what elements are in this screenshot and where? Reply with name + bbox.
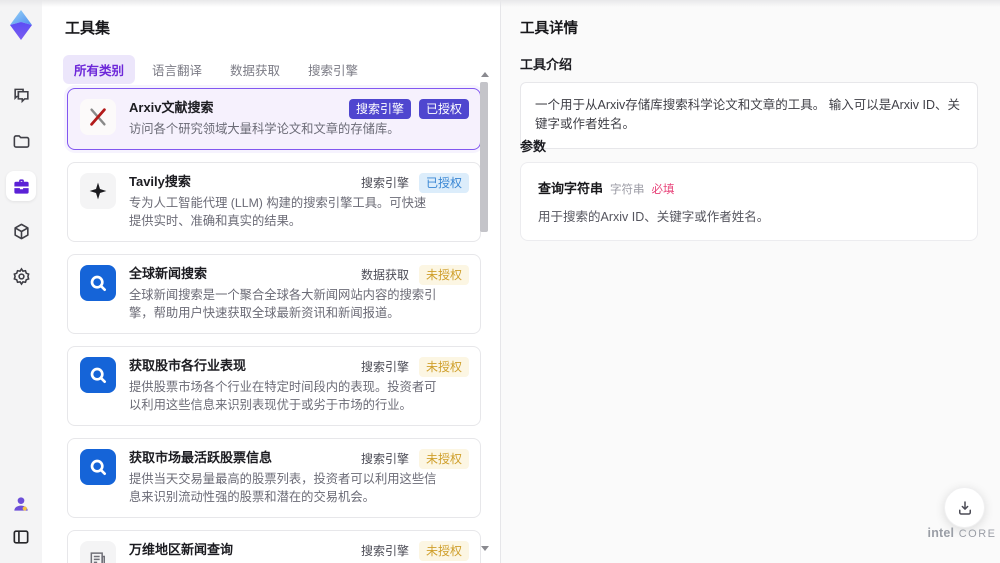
category-tab-1[interactable]: 语言翻译 <box>141 55 213 84</box>
app-logo-icon[interactable] <box>7 9 35 41</box>
scroll-up-arrow-icon[interactable] <box>481 72 489 77</box>
parameter-card: 查询字符串 字符串 必填 用于搜索的Arxiv ID、关键字或作者姓名。 <box>520 162 978 241</box>
sidebar-item-chat[interactable] <box>10 85 32 107</box>
category-badge: 搜索引擎 <box>360 543 409 558</box>
magnifier-q-icon <box>80 356 116 393</box>
sidebar <box>0 0 42 563</box>
cube-icon <box>13 223 29 239</box>
tool-card[interactable]: Tavily搜索 专为人工智能代理 (LLM) 构建的搜索引擎工具。可快速提供实… <box>67 161 481 242</box>
sidebar-item-tools[interactable] <box>6 171 36 201</box>
tool-card[interactable]: 获取股市各行业表现 提供股票市场各个行业在特定时间段内的表现。投资者可以利用这些… <box>67 345 481 426</box>
panel-toggle-icon <box>13 530 29 544</box>
sidebar-nav <box>0 85 42 287</box>
chat-icon <box>13 88 29 103</box>
sidebar-item-packages[interactable] <box>10 220 32 242</box>
list-scrollbar[interactable] <box>480 70 489 553</box>
category-badge: 搜索引擎 <box>348 99 411 119</box>
sidebar-item-settings[interactable] <box>10 265 32 287</box>
toolbox-icon <box>13 178 29 194</box>
tavily-star-icon <box>80 172 116 209</box>
parameter-description: 用于搜索的Arxiv ID、关键字或作者姓名。 <box>538 210 770 224</box>
tool-detail-panel: 工具详情 工具介绍 一个用于从Arxiv存储库搜索科学论文和文章的工具。 输入可… <box>501 0 1000 563</box>
auth-status-badge: 已授权 <box>418 99 469 119</box>
tool-card[interactable]: 全球新闻搜索 全球新闻搜索是一个聚合全球各大新闻网站内容的搜索引擎，帮助用户快速… <box>67 253 481 334</box>
tool-list-panel: 工具集 所有类别 语言翻译 数据获取 搜索引擎 Arxiv文献搜索 访问各个研究领域大… <box>42 0 500 563</box>
tool-card[interactable]: 万维地区新闻查询 查询具体行政区划内的新闻，快速了解各地新闻动 搜索引擎 未授权 <box>67 529 481 563</box>
arxiv-logo-icon <box>80 99 116 135</box>
tool-card[interactable]: 获取市场最活跃股票信息 提供当天交易量最高的股票列表，投资者可以利用这些信息来识… <box>67 437 481 518</box>
intel-wordmark: intel <box>927 526 955 540</box>
tool-card[interactable]: Arxiv文献搜索 访问各个研究领域大量科学论文和文章的存储库。 搜索引擎 已授… <box>67 88 481 150</box>
parameter-header: 查询字符串 字符串 必填 <box>538 178 960 197</box>
intro-heading: 工具介绍 <box>520 57 573 72</box>
auth-status-badge: 未授权 <box>418 356 469 377</box>
core-wordmark: CORE <box>958 528 997 540</box>
intel-core-logo: intel CORE <box>924 524 1000 542</box>
auth-status-badge: 未授权 <box>418 448 469 469</box>
user-avatar[interactable] <box>11 494 31 514</box>
gear-icon <box>12 267 30 285</box>
scroll-down-arrow-icon[interactable] <box>481 546 489 551</box>
parameter-type: 字符串 <box>610 184 645 196</box>
auth-status-badge: 未授权 <box>418 264 469 285</box>
category-badge: 搜索引擎 <box>360 451 409 466</box>
auth-status-badge: 已授权 <box>418 172 469 193</box>
sidebar-bottom <box>0 494 42 547</box>
category-tab-0[interactable]: 所有类别 <box>63 55 136 84</box>
app-root: 工具集 所有类别 语言翻译 数据获取 搜索引擎 Arxiv文献搜索 访问各个研究领域大… <box>0 0 1000 563</box>
parameter-name: 查询字符串 <box>538 181 604 196</box>
category-badge: 搜索引擎 <box>360 175 409 190</box>
params-heading: 参数 <box>520 139 547 154</box>
sidebar-item-files[interactable] <box>10 130 32 152</box>
detail-title: 工具详情 <box>520 21 578 37</box>
user-icon <box>14 497 28 511</box>
category-tab-2[interactable]: 数据获取 <box>219 55 291 84</box>
category-tabs: 所有类别 语言翻译 数据获取 搜索引擎 <box>63 55 369 84</box>
download-button[interactable] <box>944 487 985 528</box>
page-title: 工具集 <box>65 20 111 37</box>
magnifier-q-icon <box>80 264 116 301</box>
tool-description: 全球新闻搜索是一个聚合全球各大新闻网站内容的搜索引擎，帮助用户快速获取全球最新资… <box>129 287 437 321</box>
tool-description: 提供当天交易量最高的股票列表，投资者可以利用这些信息来识别流动性强的股票和潜在的… <box>129 472 437 505</box>
scrollbar-thumb[interactable] <box>480 82 488 232</box>
download-icon <box>958 500 971 515</box>
category-tab-3[interactable]: 搜索引擎 <box>297 55 369 84</box>
magnifier-q-icon <box>80 448 116 485</box>
intro-text-box: 一个用于从Arxiv存储库搜索科学论文和文章的工具。 输入可以是Arxiv ID… <box>520 82 978 149</box>
auth-status-badge: 未授权 <box>418 540 469 561</box>
category-badge: 数据获取 <box>360 267 409 282</box>
tool-description: 访问各个研究领域大量科学论文和文章的存储库。 <box>129 122 400 137</box>
collapse-panel-toggle[interactable] <box>11 527 31 547</box>
tool-description: 提供股票市场各个行业在特定时间段内的表现。投资者可以利用这些信息来识别表现优于或… <box>129 379 437 413</box>
folder-icon <box>13 134 29 148</box>
category-badge: 搜索引擎 <box>360 359 409 374</box>
parameter-required-badge: 必填 <box>651 184 675 196</box>
newspaper-icon <box>80 540 116 563</box>
tool-list: Arxiv文献搜索 访问各个研究领域大量科学论文和文章的存储库。 搜索引擎 已授… <box>67 88 481 563</box>
tool-description: 专为人工智能代理 (LLM) 构建的搜索引擎工具。可快速提供实时、准确和真实的结… <box>129 195 427 229</box>
